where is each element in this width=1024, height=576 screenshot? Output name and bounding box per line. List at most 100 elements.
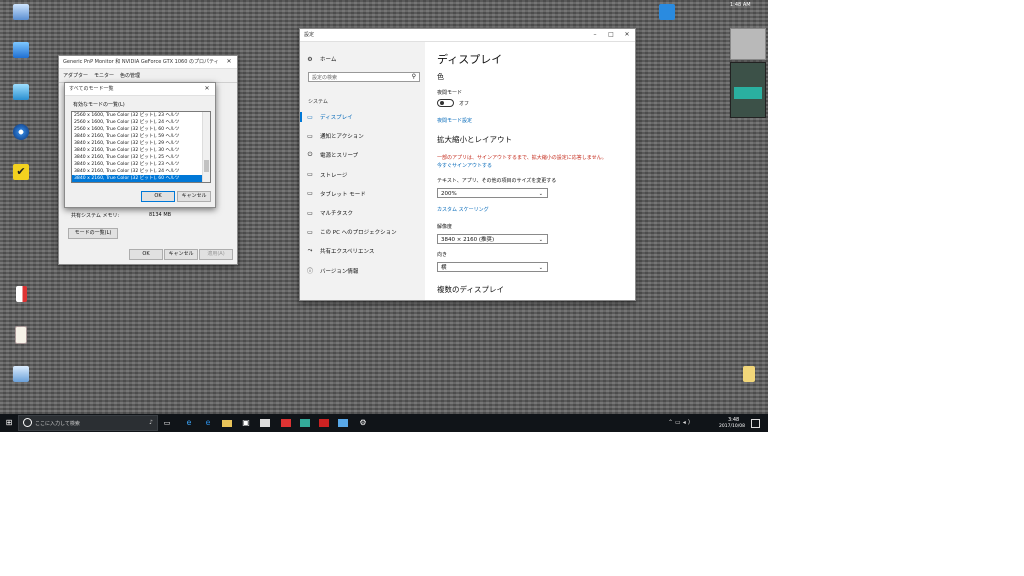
mode-list-item[interactable]: 3840 x 2160, True Color (32 ビット), 29 ヘルツ — [72, 140, 202, 147]
modes-list-label: 有効なモードの一覧(L) — [73, 102, 125, 108]
nav-item-6[interactable]: ▭ この PC へのプロジェクション — [306, 227, 397, 237]
calendar-app-icon[interactable] — [319, 419, 329, 427]
scale-warning: 一部のアプリは、サインアウトするまで、拡大縮小の設定に応答しません。 — [437, 155, 607, 161]
taskbar: ⊞ ここに入力して検索 ♪ ▭ e e ▣ ⚙ ⌃▭◂) 3:48 2017/1… — [0, 414, 768, 432]
ok-button[interactable]: OK — [141, 191, 175, 202]
nav-item-1[interactable]: ▭ 通知とアクション — [306, 131, 364, 141]
scale-heading: 拡大縮小とレイアウト — [437, 135, 512, 144]
resolution-label: 解像度 — [437, 224, 453, 230]
modes-dialog-title: すべてのモード一覧 — [69, 86, 114, 92]
display-icon: ▭ — [307, 113, 313, 121]
monitor-widget — [730, 62, 766, 118]
control-panel-icon[interactable] — [8, 84, 34, 101]
mode-list-item[interactable]: 3840 x 2160, True Color (32 ビット), 60 ヘルツ — [72, 175, 202, 182]
apply-button[interactable]: 適用(A) — [199, 249, 233, 260]
mail-icon[interactable] — [654, 4, 680, 20]
file-explorer-icon[interactable] — [222, 420, 232, 427]
windows-start-icon[interactable]: ⊞ — [4, 418, 14, 428]
network-tray-icon[interactable]: ▭ — [675, 419, 683, 426]
chevron-up-icon[interactable]: ⌃ — [668, 419, 675, 426]
settings-search-placeholder: 設定の検索 — [312, 75, 338, 81]
custom-scaling-link[interactable]: カスタム スケーリング — [437, 206, 489, 213]
document-red-icon[interactable] — [8, 286, 34, 303]
ie-icon[interactable]: e — [203, 418, 213, 428]
taskbar-search-box[interactable]: ここに入力して検索 ♪ — [18, 415, 158, 431]
cancel-button[interactable]: キャンセル — [164, 249, 198, 260]
nav-item-3[interactable]: ▭ ストレージ — [306, 170, 347, 180]
taskbar-time[interactable]: 3:48 — [728, 417, 739, 423]
tab-adapter[interactable]: アダプター — [63, 72, 88, 79]
home-link[interactable]: ⚙ ホーム — [306, 54, 336, 64]
mode-list-item[interactable]: 3840 x 2160, True Color (32 ビット), 30 ヘルツ — [72, 147, 202, 154]
scale-dropdown[interactable]: 200% ⌄ — [437, 188, 548, 198]
taskbar-date[interactable]: 2017/10/08 — [719, 424, 745, 429]
folder-icon[interactable] — [736, 366, 762, 382]
green-app-icon[interactable] — [300, 419, 310, 427]
close-icon[interactable]: ✕ — [199, 83, 215, 95]
memory-label: 共有システム メモリ: — [71, 213, 120, 219]
nav-item-label: ディスプレイ — [320, 115, 353, 121]
chevron-down-icon: ⌄ — [538, 265, 543, 271]
ok-button[interactable]: OK — [129, 249, 163, 260]
settings-search-box[interactable]: 設定の検索 ⚲ — [308, 72, 420, 82]
red-app-icon[interactable] — [281, 419, 291, 427]
color-heading: 色 — [437, 73, 444, 81]
store-icon[interactable]: ▣ — [241, 418, 251, 428]
app-icon[interactable] — [260, 419, 270, 427]
nav-item-label: この PC へのプロジェクション — [320, 230, 397, 237]
close-icon[interactable]: ✕ — [619, 29, 635, 41]
modes-dialog-titlebar: すべてのモード一覧 ✕ — [65, 83, 215, 96]
list-modes-button[interactable]: モードの一覧(L) — [68, 228, 118, 239]
night-mode-settings-link[interactable]: 夜間モード設定 — [437, 117, 472, 124]
settings-app-icon[interactable] — [8, 366, 34, 383]
mode-list-item[interactable]: 3840 x 2160, True Color (32 ビット), 59 ヘルツ — [72, 133, 202, 140]
calendar-widget — [730, 28, 766, 60]
resolution-dropdown[interactable]: 3840 × 2160 (推奨) ⌄ — [437, 234, 548, 244]
tab-monitor[interactable]: モニター — [94, 72, 114, 79]
settings-gear-icon[interactable]: ⚙ — [358, 418, 368, 428]
maximize-icon[interactable]: □ — [603, 29, 619, 41]
mode-list-item[interactable]: 3840 x 2160, True Color (32 ビット), 23 ヘルツ — [72, 161, 202, 168]
close-icon[interactable]: ✕ — [221, 56, 237, 68]
blue-app-icon[interactable] — [338, 419, 348, 427]
checkmark-app-icon[interactable]: ✔ — [8, 164, 34, 181]
nav-item-2[interactable]: ⏻ 電源とスリープ — [306, 150, 359, 160]
modes-dialog: すべてのモード一覧 ✕ 有効なモードの一覧(L) 2560 x 1600, Tru… — [64, 82, 216, 208]
network-icon[interactable] — [8, 42, 34, 59]
orientation-dropdown[interactable]: 横 ⌄ — [437, 262, 548, 272]
notification-icon: ▭ — [307, 132, 313, 140]
document-icon[interactable] — [8, 326, 34, 345]
multiple-displays-heading: 複数のディスプレイ — [437, 285, 504, 294]
mode-list-item[interactable]: 3840 x 2160, True Color (32 ビット), 25 ヘルツ — [72, 154, 202, 161]
home-icon: ⚙ — [307, 55, 313, 63]
minimize-icon[interactable]: – — [587, 29, 603, 41]
recycle-bin-icon[interactable] — [8, 4, 34, 21]
nav-item-4[interactable]: ▭ タブレット モード — [306, 189, 366, 199]
mode-list-item[interactable]: 3840 x 2160, True Color (32 ビット), 24 ヘルツ — [72, 168, 202, 175]
volume-icon[interactable]: ◂) — [683, 419, 692, 426]
nav-item-0[interactable]: ▭ ディスプレイ — [306, 112, 353, 122]
nav-item-7[interactable]: ⤳ 共有エクスペリエンス — [306, 246, 375, 256]
memory-value: 8134 MB — [149, 212, 172, 218]
microphone-icon[interactable]: ♪ — [149, 419, 153, 426]
share-icon: ⤳ — [307, 247, 313, 255]
cancel-button[interactable]: キャンセル — [177, 191, 211, 202]
adapter-window-title: Generic PnP Monitor 和 NVIDIA GeForce GTX… — [63, 59, 219, 65]
edge-icon[interactable]: e — [184, 418, 194, 428]
sign-out-link[interactable]: 今すぐサインアウトする — [437, 162, 492, 169]
mode-list-item[interactable]: 2560 x 1600, True Color (32 ビット), 60 ヘルツ — [72, 126, 202, 133]
text-size-label: テキスト、アプリ、その他の項目のサイズを変更する — [437, 178, 557, 184]
notifications-icon[interactable] — [751, 419, 760, 428]
nav-item-5[interactable]: ▭ マルチタスク — [306, 208, 353, 218]
mode-list-item[interactable]: 2560 x 1600, True Color (32 ビット), 23 ヘルツ — [72, 112, 202, 119]
task-view-icon[interactable]: ▭ — [162, 418, 172, 428]
remote-app-icon[interactable] — [8, 124, 34, 141]
modes-listbox[interactable]: 2560 x 1600, True Color (32 ビット), 23 ヘルツ… — [71, 111, 211, 183]
scrollbar[interactable] — [202, 112, 210, 182]
night-mode-label: 夜間モード — [437, 90, 463, 96]
night-mode-toggle[interactable] — [437, 99, 454, 107]
search-circle-icon — [23, 418, 32, 427]
mode-list-item[interactable]: 2560 x 1600, True Color (32 ビット), 24 ヘルツ — [72, 119, 202, 126]
nav-item-8[interactable]: ⓘ バージョン情報 — [306, 266, 358, 276]
tab-color[interactable]: 色の管理 — [120, 72, 140, 79]
